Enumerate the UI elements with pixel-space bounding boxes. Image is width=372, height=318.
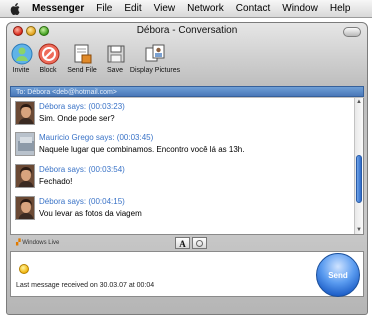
message-item: Débora says: (00:04:15) Vou levar as fot… — [15, 196, 345, 226]
send-file-icon — [74, 44, 92, 64]
font-button[interactable]: A — [175, 237, 190, 249]
block-icon — [38, 43, 60, 65]
send-button[interactable]: Send — [316, 253, 360, 297]
window-title: Débora - Conversation — [136, 25, 238, 36]
emoticon-icon — [196, 240, 203, 247]
windows-live-logo: ▞ Windows Live — [16, 240, 60, 246]
conversation-transcript[interactable]: Débora says: (00:03:23) Sim. Onde pode s… — [10, 98, 364, 235]
toolbar-toggle-button[interactable] — [343, 27, 361, 37]
apple-icon[interactable] — [10, 2, 20, 15]
message-sender: Mauricio Grego says: (00:03:45) — [39, 133, 154, 142]
message-item: Mauricio Grego says: (00:03:45) Naquele … — [15, 132, 345, 162]
message-sender: Débora says: (00:03:23) — [39, 102, 125, 111]
avatar — [15, 132, 35, 156]
message-sender: Débora says: (00:04:15) — [39, 197, 125, 206]
toolbar: Invite Block Send File Save Display Pict… — [7, 40, 367, 84]
message-text: Vou levar as fotos da viagem — [39, 209, 142, 218]
smiley-icon[interactable] — [19, 264, 29, 274]
save-icon — [107, 45, 125, 63]
message-item: Débora says: (00:03:23) Sim. Onde pode s… — [15, 101, 345, 131]
menu-bar: Messenger File Edit View Network Contact… — [0, 0, 372, 18]
send-file-label: Send File — [67, 67, 97, 74]
status-text: Last message received on 30.03.07 at 00:… — [16, 282, 155, 289]
invite-button[interactable]: Invite — [10, 42, 33, 74]
menu-view[interactable]: View — [154, 3, 176, 14]
menu-network[interactable]: Network — [187, 3, 224, 14]
scroll-down-icon[interactable]: ▼ — [356, 227, 362, 233]
avatar — [15, 164, 35, 188]
message-text: Naquele lugar que combinamos. Encontro v… — [39, 145, 245, 154]
display-pictures-label: Display Pictures — [129, 67, 181, 74]
save-label: Save — [107, 67, 123, 74]
menu-edit[interactable]: Edit — [124, 3, 141, 14]
display-pictures-icon — [145, 44, 165, 62]
message-input[interactable] — [10, 251, 364, 297]
windows-live-label: Windows Live — [22, 240, 60, 246]
title-bar: Débora - Conversation — [7, 23, 367, 40]
message-text: Sim. Onde pode ser? — [39, 114, 115, 123]
conversation-window: Débora - Conversation Invite Block Send … — [6, 22, 368, 315]
avatar — [15, 196, 35, 220]
menu-messenger[interactable]: Messenger — [32, 3, 84, 14]
menu-window[interactable]: Window — [282, 3, 318, 14]
message-text: Fechado! — [39, 177, 73, 186]
avatar — [15, 101, 35, 125]
compose-toolbar: ▞ Windows Live A — [10, 236, 364, 250]
block-label: Block — [39, 67, 57, 74]
display-pictures-button[interactable]: Display Pictures — [128, 42, 182, 74]
save-button[interactable]: Save — [104, 42, 126, 74]
send-file-button[interactable]: Send File — [64, 42, 100, 74]
transcript-scrollbar[interactable]: ▲ ▼ — [354, 98, 363, 234]
emoticon-button[interactable] — [192, 237, 207, 249]
message-sender: Débora says: (00:03:54) — [39, 165, 125, 174]
invite-label: Invite — [12, 67, 30, 74]
scrollbar-thumb[interactable] — [356, 155, 362, 203]
block-button[interactable]: Block — [37, 42, 60, 74]
menu-file[interactable]: File — [96, 3, 112, 14]
menu-contact[interactable]: Contact — [236, 3, 270, 14]
scroll-up-icon[interactable]: ▲ — [356, 99, 362, 105]
recipient-bar: To: Débora <deb@hotmail.com> — [10, 86, 364, 97]
message-item: Débora says: (00:03:54) Fechado! — [15, 164, 345, 194]
invite-icon — [11, 43, 33, 65]
menu-help[interactable]: Help — [330, 3, 351, 14]
